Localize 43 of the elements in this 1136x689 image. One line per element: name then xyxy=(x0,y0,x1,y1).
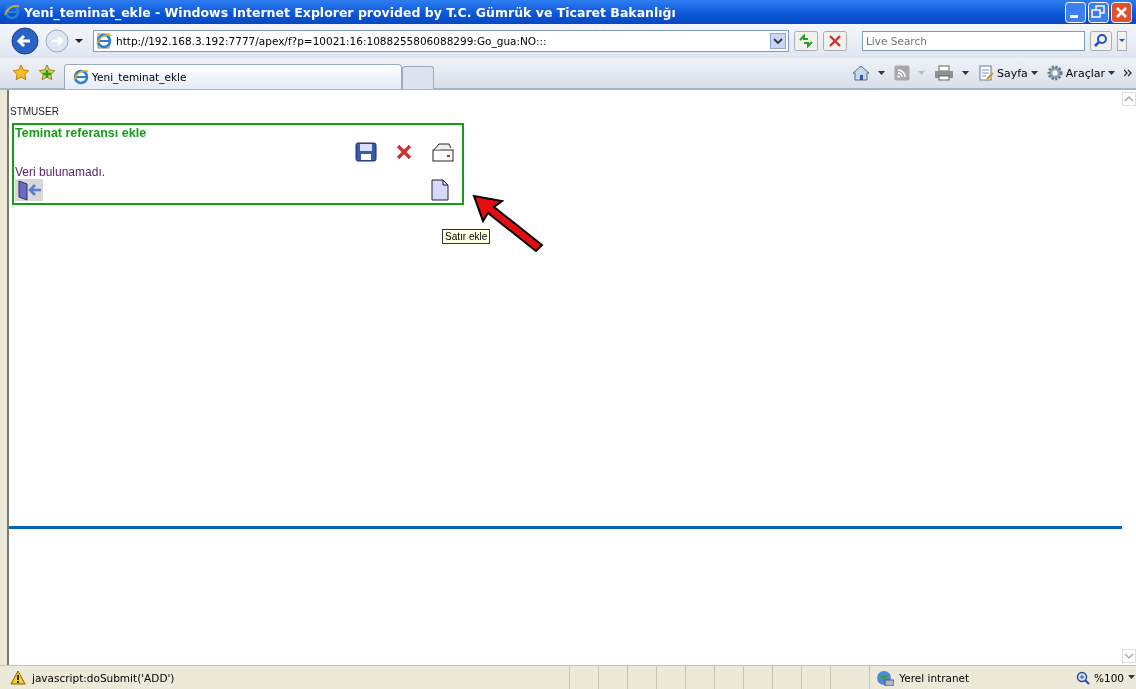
zoom-control[interactable]: %100 xyxy=(1025,670,1136,685)
dropdown-caret-icon[interactable] xyxy=(74,38,84,44)
star-icon[interactable] xyxy=(12,64,30,82)
caret-icon xyxy=(1128,675,1136,680)
save-icon[interactable] xyxy=(355,142,377,162)
minimize-icon[interactable] xyxy=(1065,1,1086,23)
globe-icon xyxy=(876,669,895,686)
address-field[interactable]: http://192.168.3.192:7777/apex/f?p=10021:16:1088255806088299:Go_gua:NO::: xyxy=(93,30,789,52)
user-name: STMUSER xyxy=(10,106,60,117)
restore-icon[interactable] xyxy=(1088,1,1109,23)
browser-tab[interactable]: Yeni_teminat_ekle xyxy=(64,63,402,89)
caret-icon[interactable] xyxy=(962,70,970,76)
browser-logo-icon xyxy=(73,68,89,85)
new-document-icon[interactable] xyxy=(431,179,449,201)
warning-icon xyxy=(10,670,26,685)
empty-message: Veri bulunamadı. xyxy=(15,165,107,179)
security-zone: Yerel intranet xyxy=(899,671,970,684)
exit-door-icon[interactable] xyxy=(15,179,43,201)
search-field[interactable]: Live Search xyxy=(862,31,1085,51)
delete-icon[interactable] xyxy=(395,143,413,161)
dropdown-caret-icon[interactable] xyxy=(770,33,786,49)
page-menu[interactable]: Sayfa xyxy=(978,65,1039,81)
browser-logo-icon xyxy=(4,4,20,20)
back-icon[interactable] xyxy=(10,27,40,55)
caret-icon[interactable] xyxy=(878,70,886,76)
add-favorite-icon[interactable] xyxy=(38,64,56,82)
chevron-icon[interactable] xyxy=(1124,69,1132,77)
gear-icon xyxy=(1046,65,1063,81)
caret-icon xyxy=(1030,70,1039,76)
caret-icon xyxy=(1108,70,1116,76)
status-text: javascript:doSubmit('ADD') xyxy=(32,671,175,684)
refresh-icon[interactable] xyxy=(794,31,818,51)
home-icon[interactable] xyxy=(852,64,870,82)
close-icon[interactable] xyxy=(1111,1,1132,23)
magnifier-icon xyxy=(1075,670,1090,685)
window-title: Yeni_teminat_ekle - Windows Internet Explorer provided by T.C. Gümrük ve Ticaret Bakanlığı xyxy=(24,4,677,20)
region-title: Teminat referansı ekle xyxy=(15,126,148,140)
caret-icon xyxy=(918,70,926,76)
stop-icon[interactable] xyxy=(823,31,847,51)
search-icon[interactable] xyxy=(1090,31,1112,51)
tooltip: Satır ekle xyxy=(442,229,491,244)
tools-menu[interactable]: Araçlar xyxy=(1046,65,1116,81)
dropdown-caret-icon[interactable] xyxy=(1117,31,1127,51)
